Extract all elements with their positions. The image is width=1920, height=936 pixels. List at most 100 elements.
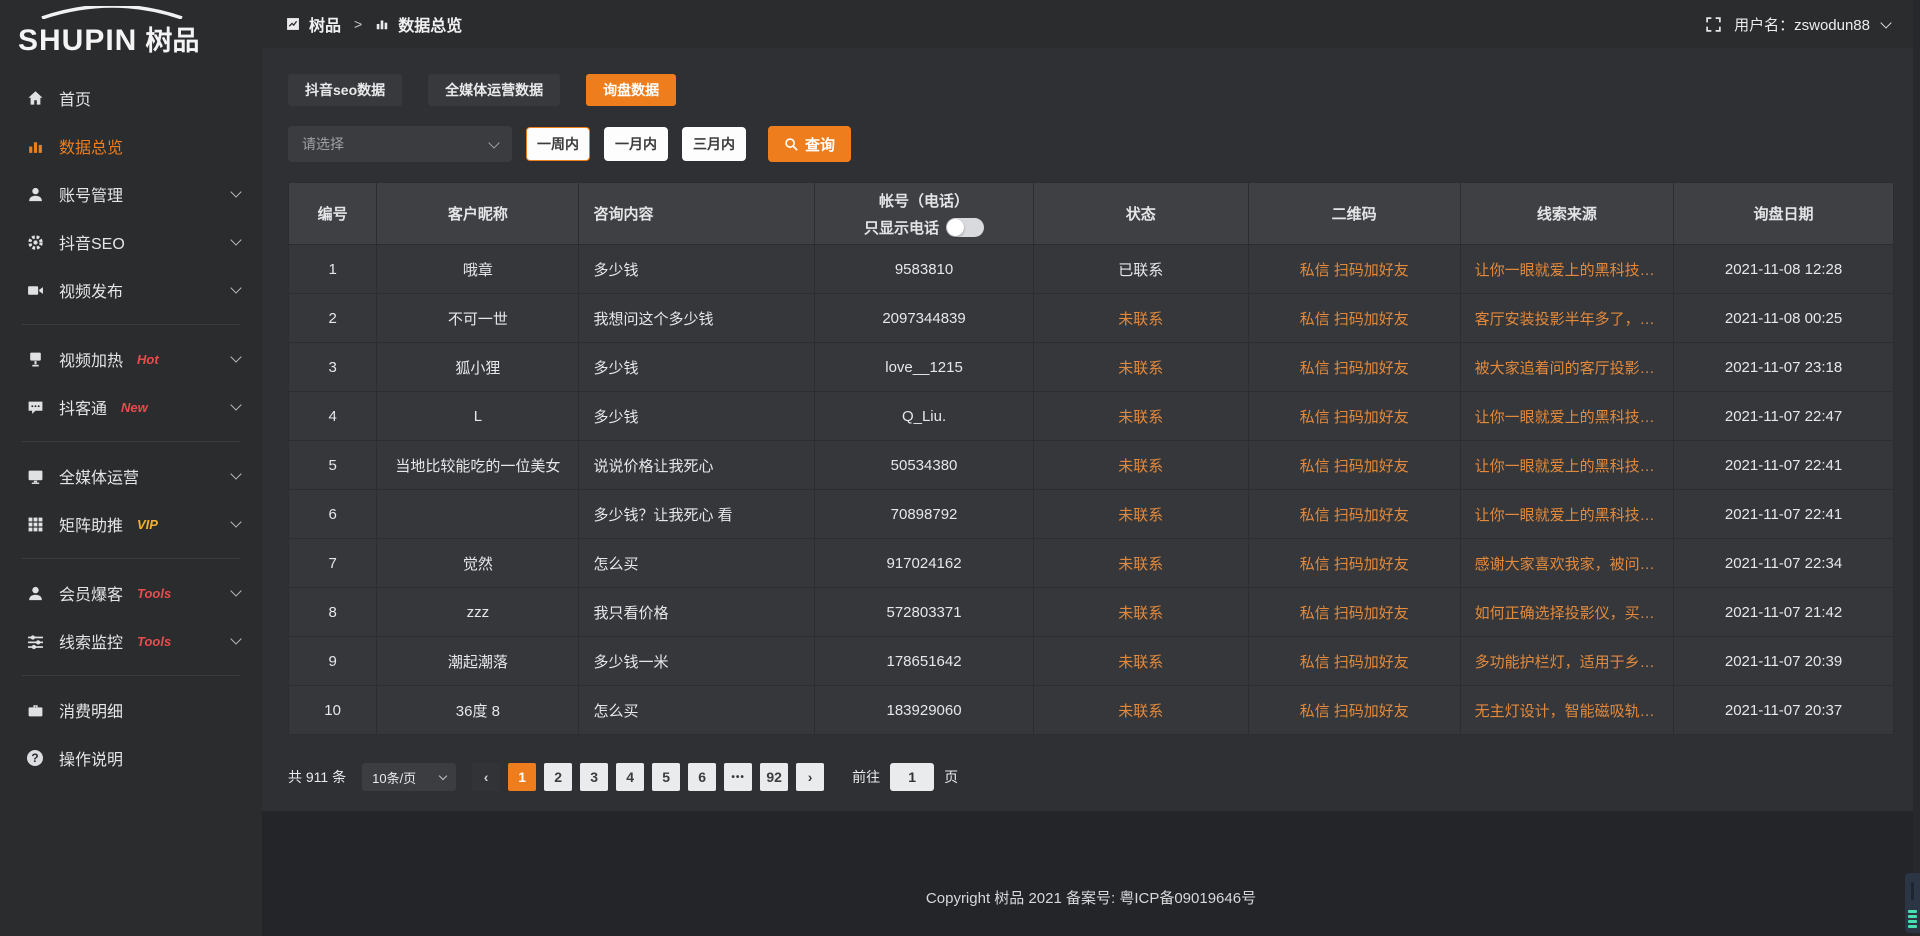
col-date: 询盘日期 [1674, 183, 1894, 245]
video-publish-icon [26, 281, 44, 299]
cell-id: 10 [289, 686, 377, 735]
person-icon [26, 584, 44, 602]
status-badge: 未联系 [1033, 686, 1248, 735]
cell-nickname: 36度 8 [377, 686, 579, 735]
range-button-month[interactable]: 一月内 [604, 127, 668, 161]
qrcode-link[interactable]: 私信 扫码加好友 [1248, 343, 1460, 392]
username-value: zswodun88 [1794, 17, 1870, 34]
divider [22, 558, 240, 559]
cell-date: 2021-11-07 22:34 [1674, 539, 1894, 588]
briefcase-icon [26, 701, 44, 719]
source-link[interactable]: 多功能护栏灯，适用于乡村文... [1460, 637, 1673, 686]
cell-content: 多少钱？让我死心 看 [579, 490, 815, 539]
sidebar-item-account-management[interactable]: 账号管理 [0, 170, 262, 218]
source-link[interactable]: 客厅安装投影半年多了，真实... [1460, 294, 1673, 343]
qrcode-link[interactable]: 私信 扫码加好友 [1248, 294, 1460, 343]
source-link[interactable]: 让你一眼就爱上的黑科技，能... [1460, 441, 1673, 490]
qrcode-link[interactable]: 私信 扫码加好友 [1248, 490, 1460, 539]
page-button-4[interactable]: 4 [616, 763, 644, 791]
page-button-2[interactable]: 2 [544, 763, 572, 791]
chevron-down-icon[interactable] [1880, 17, 1891, 28]
widget-slot [1911, 882, 1914, 900]
phone-only-row: 只显示电话 [825, 217, 1022, 238]
source-link[interactable]: 无主灯设计，智能磁吸轨道灯... [1460, 686, 1673, 735]
breadcrumb-root[interactable]: 树品 [309, 12, 341, 36]
next-page-button[interactable]: › [796, 763, 824, 791]
scrollbar-track[interactable] [1913, 0, 1920, 936]
sidebar-item-data-overview[interactable]: 数据总览 [0, 122, 262, 170]
sidebar-item-help[interactable]: 操作说明 [0, 734, 262, 782]
sidebar-item-label: 账号管理 [59, 182, 123, 206]
page-button-3[interactable]: 3 [580, 763, 608, 791]
page-button-92[interactable]: 92 [760, 763, 788, 791]
sidebar-item-video-heat[interactable]: 视频加热 Hot [0, 335, 262, 383]
qrcode-link[interactable]: 私信 扫码加好友 [1248, 637, 1460, 686]
page-size-select[interactable]: 10条/页 [362, 763, 456, 791]
tab-omnimedia-data[interactable]: 全媒体运营数据 [428, 74, 560, 106]
corner-widget[interactable] [1905, 873, 1920, 933]
source-link[interactable]: 感谢大家喜欢我家，被问了好... [1460, 539, 1673, 588]
sidebar-item-home[interactable]: 首页 [0, 74, 262, 122]
range-button-week[interactable]: 一周内 [526, 127, 590, 161]
filter-select[interactable]: 请选择 [288, 126, 512, 162]
source-link[interactable]: 让你一眼就爱上的黑科技，能... [1460, 245, 1673, 294]
page-button-6[interactable]: 6 [688, 763, 716, 791]
fullscreen-icon[interactable] [1705, 16, 1722, 33]
main-area: 树品 > 数据总览 用户名：zswodun88 抖音seo数据 全媒体运营数据 … [262, 0, 1920, 936]
status-badge: 未联系 [1033, 637, 1248, 686]
question-icon [26, 749, 44, 767]
col-account: 帐号（电话） 只显示电话 [815, 183, 1033, 245]
sidebar-item-douyin-seo[interactable]: 抖音SEO [0, 218, 262, 266]
sidebar-item-video-publish[interactable]: 视频发布 [0, 266, 262, 314]
cell-nickname: zzz [377, 588, 579, 637]
query-button[interactable]: 查询 [768, 126, 851, 162]
col-id: 编号 [289, 183, 377, 245]
chevron-down-icon [488, 137, 499, 148]
page-button-1[interactable]: 1 [508, 763, 536, 791]
col-qrcode: 二维码 [1248, 183, 1460, 245]
sidebar-item-member-leads[interactable]: 会员爆客 Tools [0, 569, 262, 617]
cell-date: 2021-11-08 00:25 [1674, 294, 1894, 343]
sidebar-item-spend-details[interactable]: 消费明细 [0, 686, 262, 734]
bar-chart-icon [26, 137, 44, 155]
sidebar-item-label: 视频加热 [59, 347, 123, 371]
sidebar-item-label: 首页 [59, 86, 91, 110]
source-link[interactable]: 让你一眼就爱上的黑科技，能... [1460, 392, 1673, 441]
sidebar-item-matrix-boost[interactable]: 矩阵助推 VIP [0, 500, 262, 548]
widget-bar [1908, 910, 1917, 913]
tab-inquiry-data[interactable]: 询盘数据 [586, 74, 676, 106]
prev-page-button[interactable]: ‹ [472, 763, 500, 791]
sidebar-item-lead-monitor[interactable]: 线索监控 Tools [0, 617, 262, 665]
page-unit-label: 页 [944, 767, 958, 787]
qrcode-link[interactable]: 私信 扫码加好友 [1248, 686, 1460, 735]
divider [22, 441, 240, 442]
source-link[interactable]: 让你一眼就爱上的黑科技，能... [1460, 490, 1673, 539]
sidebar-item-label: 数据总览 [59, 134, 123, 158]
sidebar-item-douketong[interactable]: 抖客通 New [0, 383, 262, 431]
range-button-quarter[interactable]: 三月内 [682, 127, 746, 161]
qrcode-link[interactable]: 私信 扫码加好友 [1248, 539, 1460, 588]
logo: SHUPIN 树品 [0, 0, 262, 60]
more-pages-button[interactable]: ••• [724, 763, 752, 791]
qrcode-link[interactable]: 私信 扫码加好友 [1248, 588, 1460, 637]
source-link[interactable]: 如何正确选择投影仪，买投影... [1460, 588, 1673, 637]
tab-douyin-seo-data[interactable]: 抖音seo数据 [288, 74, 402, 106]
topbar: 树品 > 数据总览 用户名：zswodun88 [262, 0, 1920, 48]
goto-page-input[interactable] [890, 763, 934, 791]
total-count: 共 911 条 [288, 767, 346, 787]
col-source: 线索来源 [1460, 183, 1673, 245]
phone-only-toggle[interactable] [946, 218, 984, 237]
cell-account: 2097344839 [815, 294, 1033, 343]
status-badge: 已联系 [1033, 245, 1248, 294]
page-button-5[interactable]: 5 [652, 763, 680, 791]
cell-content: 说说价格让我死心 [579, 441, 815, 490]
chevron-down-icon [230, 186, 241, 197]
qrcode-link[interactable]: 私信 扫码加好友 [1248, 392, 1460, 441]
cell-id: 7 [289, 539, 377, 588]
sidebar-item-omnimedia[interactable]: 全媒体运营 [0, 452, 262, 500]
cell-id: 1 [289, 245, 377, 294]
qrcode-link[interactable]: 私信 扫码加好友 [1248, 245, 1460, 294]
qrcode-link[interactable]: 私信 扫码加好友 [1248, 441, 1460, 490]
cell-nickname: 觉然 [377, 539, 579, 588]
source-link[interactable]: 被大家追着问的客厅投影分享... [1460, 343, 1673, 392]
